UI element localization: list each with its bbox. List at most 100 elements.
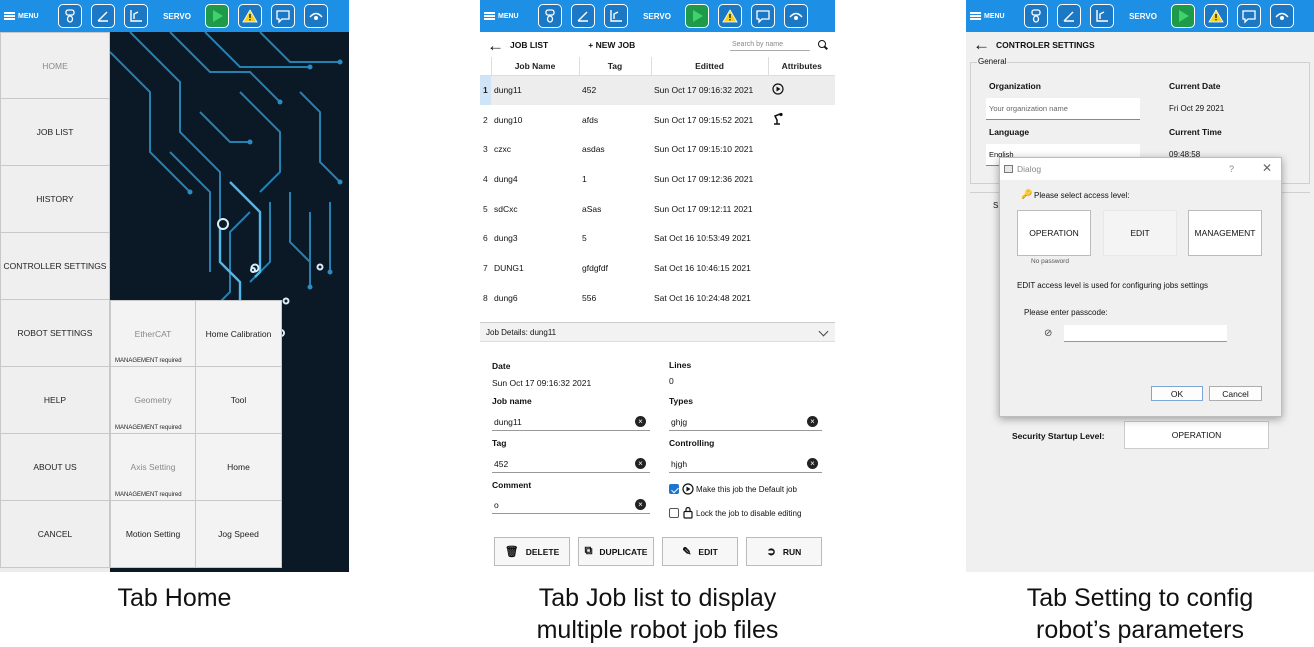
play-button[interactable] [205, 4, 229, 28]
controlling-field[interactable]: hjgh × [669, 455, 822, 473]
clear-icon[interactable]: × [635, 458, 646, 469]
back-arrow-icon[interactable]: ← [973, 36, 990, 53]
edited-cell: Sun Oct 17 09:12:11 2021 [654, 203, 753, 214]
edit-button[interactable]: ✎ EDIT [662, 537, 738, 566]
submenu-motion-setting[interactable]: Motion Setting [110, 501, 196, 568]
access-level-info: EDIT access level is used for configurin… [1017, 281, 1209, 290]
submenu-geometry[interactable]: Geometry MANAGEMENT required [110, 367, 196, 434]
servo-label[interactable]: SERVO [159, 12, 195, 21]
submenu-tool[interactable]: Tool [196, 367, 282, 434]
column-header-attributes[interactable]: Attributes [767, 57, 835, 76]
table-row[interactable]: 6 dung3 5 Sat Oct 16 10:53:49 2021 [480, 223, 835, 253]
submenu-home-calibration[interactable]: Home Calibration [196, 300, 282, 367]
eye-hidden-icon[interactable]: ⊘ [1044, 328, 1052, 339]
message-button[interactable] [1237, 4, 1261, 28]
home-menu-about-us[interactable]: ABOUT US [0, 434, 110, 501]
tag-field[interactable]: 452 × [492, 455, 650, 473]
teach-pendant-button[interactable] [1270, 4, 1294, 28]
types-field[interactable]: ghjg × [669, 413, 822, 431]
clear-icon[interactable]: × [635, 416, 646, 427]
submenu-home[interactable]: Home [196, 434, 282, 501]
column-header-edited[interactable]: Editted [650, 57, 769, 76]
column-header-job-name[interactable]: Job Name [490, 57, 580, 76]
submenu-axis-setting[interactable]: Axis Setting MANAGEMENT required [110, 434, 196, 501]
duplicate-button[interactable]: ⧉ DUPLICATE [578, 537, 654, 566]
job-details-header[interactable]: Job Details: dung11 [480, 322, 835, 342]
warning-button[interactable] [238, 4, 262, 28]
table-row[interactable]: 5 sdCxc aSas Sun Oct 17 09:12:11 2021 [480, 194, 835, 224]
robot-settings-submenu: EtherCAT MANAGEMENT required Home Calibra… [110, 300, 283, 568]
warning-button[interactable] [1204, 4, 1228, 28]
submenu-ethercat[interactable]: EtherCAT MANAGEMENT required [110, 300, 196, 367]
controller-settings-screen: MENU SERVO ← CONTROLER SETTINGS General … [966, 0, 1314, 572]
startup-level-button[interactable]: OPERATION [1124, 421, 1269, 449]
home-menu-cancel[interactable]: CANCEL [0, 501, 110, 568]
play-button[interactable] [685, 4, 709, 28]
axis-button[interactable] [124, 4, 148, 28]
tag-cell: 1 [582, 173, 587, 184]
edit-level-button[interactable]: EDIT [1103, 210, 1177, 256]
menu-button[interactable]: MENU [4, 5, 58, 27]
message-button[interactable] [751, 4, 775, 28]
menu-label: MENU [498, 12, 519, 20]
home-menu-robot-settings[interactable]: ROBOT SETTINGS [0, 300, 110, 367]
menu-button[interactable]: MENU [484, 5, 538, 27]
job-name-field[interactable]: dung11 × [492, 413, 650, 431]
menu-button[interactable]: MENU [970, 5, 1024, 27]
coordinate-button[interactable] [1057, 4, 1081, 28]
table-row[interactable]: 7 DUNG1 gfdgfdf Sat Oct 16 10:46:15 2021 [480, 253, 835, 283]
run-button[interactable]: ➲ RUN [746, 537, 822, 566]
comment-field[interactable]: o × [492, 496, 650, 514]
robot-zero-button[interactable] [538, 4, 562, 28]
table-row[interactable]: 2 dung10 afds Sun Oct 17 09:15:52 2021 [480, 105, 835, 135]
home-menu-history[interactable]: HISTORY [0, 166, 110, 233]
servo-label[interactable]: SERVO [639, 12, 675, 21]
organization-input[interactable]: Your organization name [986, 98, 1140, 120]
play-button[interactable] [1171, 4, 1195, 28]
teach-pendant-button[interactable] [784, 4, 808, 28]
column-header-tag[interactable]: Tag [578, 57, 652, 76]
warning-button[interactable] [718, 4, 742, 28]
delete-button[interactable]: 🗑 DELETE [494, 537, 570, 566]
message-button[interactable] [271, 4, 295, 28]
axis-button[interactable] [604, 4, 628, 28]
ok-button[interactable]: OK [1151, 386, 1203, 401]
robot-zero-button[interactable] [58, 4, 82, 28]
cancel-button[interactable]: Cancel [1209, 386, 1262, 401]
coordinate-button[interactable] [571, 4, 595, 28]
operation-level-button[interactable]: OPERATION [1017, 210, 1091, 256]
chevron-down-icon[interactable] [818, 326, 829, 337]
clear-icon[interactable]: × [807, 458, 818, 469]
lock-job-checkbox[interactable] [669, 508, 679, 518]
coordinate-button[interactable] [91, 4, 115, 28]
help-icon[interactable]: ? [1229, 164, 1234, 174]
default-job-checkbox[interactable] [669, 484, 679, 494]
home-menu-job-list[interactable]: JOB LIST [0, 99, 110, 166]
row-index: 4 [483, 173, 488, 184]
table-row[interactable]: 1 dung11 452 Sun Oct 17 09:16:32 2021 [480, 75, 835, 105]
search-input[interactable]: Search by name [730, 38, 810, 51]
search-icon[interactable] [818, 40, 826, 48]
tag-cell: gfdgfdf [582, 262, 608, 273]
close-icon[interactable]: ✕ [1262, 161, 1272, 175]
home-menu-home[interactable]: HOME [0, 32, 110, 99]
axis-button[interactable] [1090, 4, 1114, 28]
table-row[interactable]: 3 czxc asdas Sun Oct 17 09:15:10 2021 [480, 134, 835, 164]
robot-zero-button[interactable] [1024, 4, 1048, 28]
clear-icon[interactable]: × [635, 499, 646, 510]
management-level-button[interactable]: MANAGEMENT [1188, 210, 1262, 256]
table-row[interactable]: 4 dung4 1 Sun Oct 17 09:12:36 2021 [480, 164, 835, 194]
servo-label[interactable]: SERVO [1125, 12, 1161, 21]
submenu-jog-speed[interactable]: Jog Speed [196, 501, 282, 568]
clear-icon[interactable]: × [807, 416, 818, 427]
job-name-label: Job name [492, 396, 532, 406]
hamburger-icon [484, 12, 495, 20]
new-job-button[interactable]: + NEW JOB [588, 40, 635, 50]
passcode-input[interactable] [1064, 325, 1227, 342]
teach-pendant-button[interactable] [304, 4, 328, 28]
table-row[interactable]: 8 dung6 556 Sat Oct 16 10:24:48 2021 [480, 283, 835, 313]
home-menu-controller-settings[interactable]: CONTROLLER SETTINGS [0, 233, 110, 300]
home-menu-help[interactable]: HELP [0, 367, 110, 434]
back-arrow-icon[interactable]: ← [487, 37, 504, 54]
delete-label: DELETE [525, 546, 560, 557]
